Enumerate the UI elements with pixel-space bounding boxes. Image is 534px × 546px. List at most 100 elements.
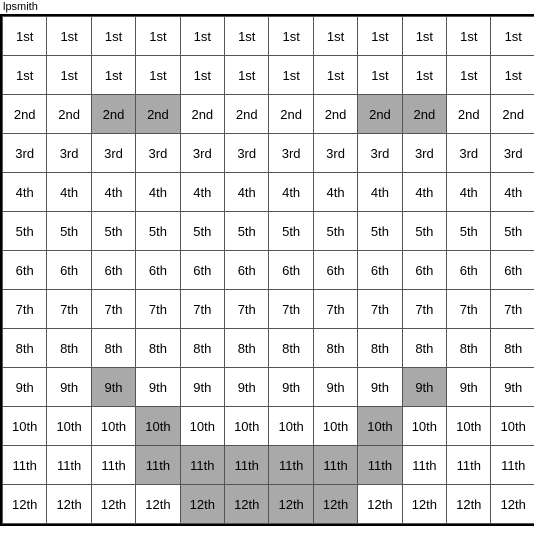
cell-r2-c8: 3rd xyxy=(358,134,402,173)
cell-r6-c7: 7th xyxy=(313,290,357,329)
cell-r1-c1: 2nd xyxy=(47,95,91,134)
cell-r7-c3: 8th xyxy=(136,329,180,368)
cell-r3-c2: 4th xyxy=(91,173,135,212)
cell-r0-c1: 1st xyxy=(47,56,91,95)
cell-r8-c2: 9th xyxy=(91,368,135,407)
cell-r3-c11: 4th xyxy=(491,173,534,212)
cell-r7-c7: 8th xyxy=(313,329,357,368)
cell-r2-c11: 3rd xyxy=(491,134,534,173)
title-bar: lpsmith xyxy=(0,0,534,14)
cell-r0-c0: 1st xyxy=(3,56,47,95)
header-cell-11: 1st xyxy=(491,17,534,56)
cell-r1-c4: 2nd xyxy=(180,95,224,134)
cell-r9-c0: 10th xyxy=(3,407,47,446)
cell-r9-c6: 10th xyxy=(269,407,313,446)
cell-r11-c7: 12th xyxy=(313,485,357,524)
header-cell-5: 1st xyxy=(225,17,269,56)
cell-r3-c7: 4th xyxy=(313,173,357,212)
cell-r2-c2: 3rd xyxy=(91,134,135,173)
cell-r0-c6: 1st xyxy=(269,56,313,95)
cell-r0-c11: 1st xyxy=(491,56,534,95)
cell-r3-c9: 4th xyxy=(402,173,446,212)
cell-r8-c0: 9th xyxy=(3,368,47,407)
cell-r4-c7: 5th xyxy=(313,212,357,251)
cell-r10-c5: 11th xyxy=(225,446,269,485)
cell-r11-c6: 12th xyxy=(269,485,313,524)
cell-r4-c0: 5th xyxy=(3,212,47,251)
cell-r8-c10: 9th xyxy=(447,368,491,407)
cell-r9-c11: 10th xyxy=(491,407,534,446)
cell-r10-c0: 11th xyxy=(3,446,47,485)
cell-r0-c3: 1st xyxy=(136,56,180,95)
cell-r7-c10: 8th xyxy=(447,329,491,368)
table-row: 6th6th6th6th6th6th6th6th6th6th6th6th xyxy=(3,251,534,290)
cell-r10-c6: 11th xyxy=(269,446,313,485)
cell-r6-c2: 7th xyxy=(91,290,135,329)
cell-r9-c3: 10th xyxy=(136,407,180,446)
cell-r2-c0: 3rd xyxy=(3,134,47,173)
cell-r1-c9: 2nd xyxy=(402,95,446,134)
cell-r6-c1: 7th xyxy=(47,290,91,329)
table-row: 3rd3rd3rd3rd3rd3rd3rd3rd3rd3rd3rd3rd xyxy=(3,134,534,173)
cell-r8-c4: 9th xyxy=(180,368,224,407)
table-row: 12th12th12th12th12th12th12th12th12th12th… xyxy=(3,485,534,524)
cell-r11-c10: 12th xyxy=(447,485,491,524)
cell-r4-c1: 5th xyxy=(47,212,91,251)
cell-r4-c4: 5th xyxy=(180,212,224,251)
grid-table: 1st1st1st1st1st1st1st1st1st1st1st1st1st1… xyxy=(2,16,534,524)
cell-r10-c2: 11th xyxy=(91,446,135,485)
cell-r11-c1: 12th xyxy=(47,485,91,524)
cell-r11-c0: 12th xyxy=(3,485,47,524)
cell-r4-c8: 5th xyxy=(358,212,402,251)
cell-r4-c9: 5th xyxy=(402,212,446,251)
cell-r0-c9: 1st xyxy=(402,56,446,95)
cell-r5-c8: 6th xyxy=(358,251,402,290)
cell-r9-c4: 10th xyxy=(180,407,224,446)
header-cell-0: 1st xyxy=(3,17,47,56)
table-row: 2nd2nd2nd2nd2nd2nd2nd2nd2nd2nd2nd2nd xyxy=(3,95,534,134)
cell-r2-c9: 3rd xyxy=(402,134,446,173)
cell-r1-c8: 2nd xyxy=(358,95,402,134)
header-cell-9: 1st xyxy=(402,17,446,56)
cell-r11-c9: 12th xyxy=(402,485,446,524)
cell-r8-c5: 9th xyxy=(225,368,269,407)
cell-r7-c5: 8th xyxy=(225,329,269,368)
app-title: lpsmith xyxy=(3,1,38,13)
table-row: 10th10th10th10th10th10th10th10th10th10th… xyxy=(3,407,534,446)
header-cell-3: 1st xyxy=(136,17,180,56)
cell-r5-c10: 6th xyxy=(447,251,491,290)
table-row: 8th8th8th8th8th8th8th8th8th8th8th8th xyxy=(3,329,534,368)
cell-r0-c8: 1st xyxy=(358,56,402,95)
cell-r7-c0: 8th xyxy=(3,329,47,368)
cell-r6-c8: 7th xyxy=(358,290,402,329)
cell-r10-c7: 11th xyxy=(313,446,357,485)
cell-r6-c11: 7th xyxy=(491,290,534,329)
cell-r1-c2: 2nd xyxy=(91,95,135,134)
cell-r6-c10: 7th xyxy=(447,290,491,329)
cell-r4-c6: 5th xyxy=(269,212,313,251)
cell-r8-c9: 9th xyxy=(402,368,446,407)
cell-r1-c10: 2nd xyxy=(447,95,491,134)
cell-r9-c8: 10th xyxy=(358,407,402,446)
cell-r4-c5: 5th xyxy=(225,212,269,251)
cell-r7-c2: 8th xyxy=(91,329,135,368)
cell-r7-c4: 8th xyxy=(180,329,224,368)
cell-r2-c10: 3rd xyxy=(447,134,491,173)
cell-r0-c10: 1st xyxy=(447,56,491,95)
cell-r10-c4: 11th xyxy=(180,446,224,485)
header-cell-8: 1st xyxy=(358,17,402,56)
cell-r5-c6: 6th xyxy=(269,251,313,290)
cell-r6-c3: 7th xyxy=(136,290,180,329)
cell-r10-c9: 11th xyxy=(402,446,446,485)
cell-r3-c4: 4th xyxy=(180,173,224,212)
header-cell-6: 1st xyxy=(269,17,313,56)
cell-r2-c3: 3rd xyxy=(136,134,180,173)
cell-r0-c7: 1st xyxy=(313,56,357,95)
cell-r10-c11: 11th xyxy=(491,446,534,485)
cell-r7-c9: 8th xyxy=(402,329,446,368)
cell-r2-c5: 3rd xyxy=(225,134,269,173)
cell-r5-c11: 6th xyxy=(491,251,534,290)
cell-r10-c3: 11th xyxy=(136,446,180,485)
cell-r4-c3: 5th xyxy=(136,212,180,251)
cell-r9-c5: 10th xyxy=(225,407,269,446)
